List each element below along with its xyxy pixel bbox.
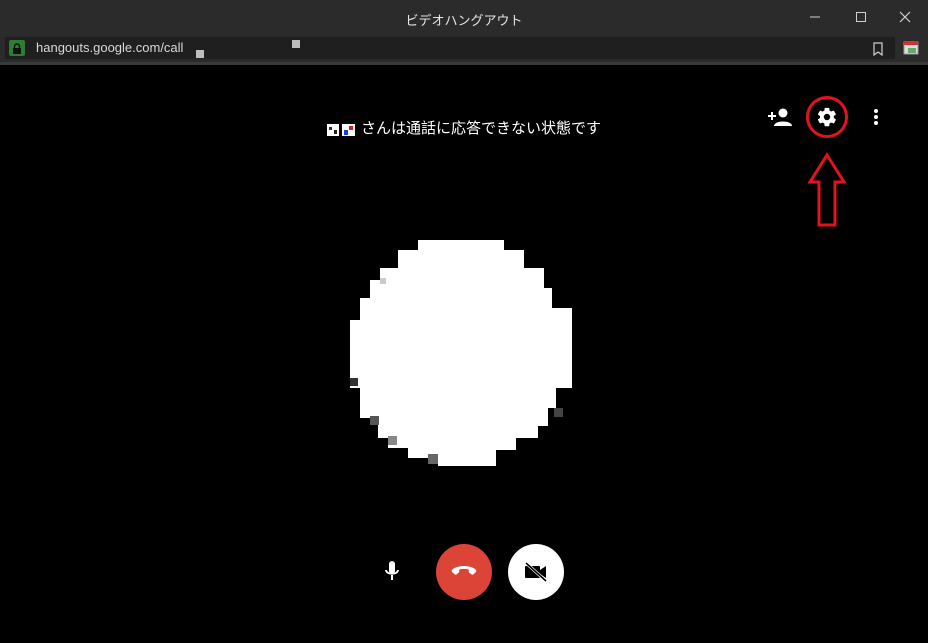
up-arrow-annotation: [807, 152, 847, 227]
mute-button[interactable]: [376, 556, 408, 588]
window-titlebar: ビデオハングアウト: [0, 0, 928, 36]
camera-toggle-button[interactable]: [508, 544, 564, 600]
redaction-mark: [196, 50, 204, 58]
redaction-mark: [292, 40, 300, 48]
url-box[interactable]: hangouts.google.com/call: [5, 37, 895, 59]
minimize-button[interactable]: [792, 3, 838, 31]
close-icon: [899, 11, 911, 23]
participant-avatar: [350, 240, 572, 466]
lock-icon: [9, 40, 25, 56]
close-button[interactable]: [882, 3, 928, 31]
bookmark-icon[interactable]: [873, 41, 883, 60]
more-options-button[interactable]: [866, 106, 886, 128]
minimize-icon: [810, 16, 820, 18]
url-text[interactable]: hangouts.google.com/call: [36, 40, 183, 55]
address-bar: hangouts.google.com/call: [0, 36, 928, 62]
add-person-icon: [768, 108, 792, 126]
window-title: ビデオハングアウト: [405, 14, 523, 29]
status-text: さんは通話に応答できない状態です: [360, 119, 601, 137]
divider: [0, 62, 928, 65]
maximize-button[interactable]: [838, 3, 884, 31]
caller-name-redacted: [326, 122, 355, 136]
hang-up-icon: [451, 566, 477, 575]
more-vert-icon: [874, 109, 878, 125]
extension-icon[interactable]: [902, 40, 920, 58]
settings-highlight-ring: [806, 96, 848, 138]
microphone-icon: [385, 561, 399, 580]
maximize-icon: [856, 12, 866, 22]
hang-up-button[interactable]: [436, 544, 492, 600]
camera-off-icon: [524, 561, 548, 583]
add-person-button[interactable]: [766, 106, 794, 128]
